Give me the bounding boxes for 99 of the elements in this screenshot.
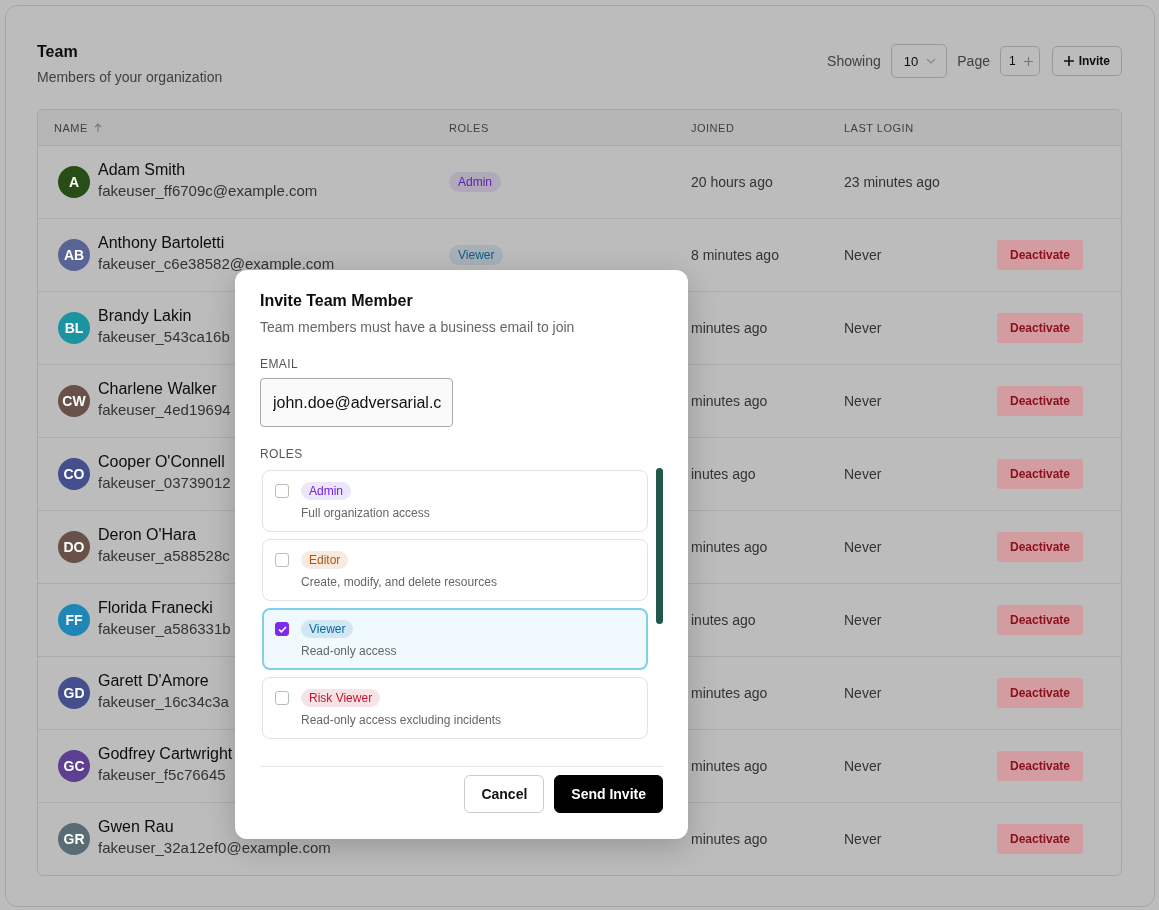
deactivate-button[interactable]: Deactivate (997, 824, 1083, 854)
joined-time: minutes ago (691, 685, 768, 701)
send-invite-button[interactable]: Send Invite (554, 775, 663, 813)
role-badge: Admin (301, 482, 351, 500)
last-login-time: Never (844, 539, 882, 555)
member-email: fakeuser_543ca16b (98, 328, 230, 345)
page-field[interactable]: 1 (999, 46, 1040, 76)
avatar: GR (58, 823, 90, 855)
role-badge: Admin (449, 172, 501, 192)
member-name: Charlene Walker (98, 380, 218, 398)
member-email: fakeuser_03739012 (98, 474, 231, 491)
last-login-time: Never (844, 758, 882, 774)
joined-time: minutes ago (691, 539, 768, 555)
role-option[interactable]: Viewer Read-only access (262, 608, 648, 670)
checkbox[interactable] (275, 622, 289, 636)
deactivate-button[interactable]: Deactivate (997, 240, 1083, 270)
avatar: AB (58, 239, 90, 271)
role-badge: Editor (301, 551, 349, 569)
member-name: Gwen Rau (98, 818, 175, 836)
last-login-time: Never (844, 393, 882, 409)
deactivate-button[interactable]: Deactivate (997, 386, 1083, 416)
checkbox[interactable] (275, 484, 289, 498)
member-email: fakeuser_16c34c3a (98, 693, 229, 710)
last-login-time: Never (844, 247, 882, 263)
member-email: fakeuser_a588528c (98, 547, 230, 564)
last-login-time: 23 minutes ago (844, 174, 940, 190)
member-email: fakeuser_c6e38582@example.com (98, 255, 335, 272)
avatar: CO (58, 458, 90, 490)
member-email: fakeuser_ff6709c@example.com (98, 182, 318, 199)
role-description: Create, modify, and delete resources (301, 575, 497, 589)
checkbox[interactable] (275, 691, 289, 705)
member-name: Adam Smith (98, 161, 187, 179)
scrollbar[interactable] (656, 468, 663, 624)
member-email: fakeuser_4ed19694 (98, 401, 231, 418)
joined-time: minutes ago (691, 758, 768, 774)
role-option[interactable]: Risk Viewer Read-only access excluding incidents (262, 677, 648, 739)
deactivate-button[interactable]: Deactivate (997, 459, 1083, 489)
role-badge: Viewer (449, 245, 504, 265)
joined-time: minutes ago (691, 393, 768, 409)
chevron-icon (926, 58, 937, 64)
page-size-select[interactable]: 10 (890, 44, 948, 78)
role-option[interactable]: Admin Full organization access (262, 470, 648, 532)
avatar: CW (58, 385, 90, 417)
member-email: fakeuser_a586331b (98, 620, 231, 637)
deactivate-button[interactable]: Deactivate (997, 532, 1083, 562)
member-name: Godfrey Cartwright (98, 745, 233, 763)
member-name: Florida Franecki (98, 599, 214, 617)
joined-time: minutes ago (691, 320, 768, 336)
joined-time: inutes ago (691, 612, 756, 628)
dialog-title: Invite Team Member (260, 292, 414, 310)
member-name: Garett D'Amore (98, 672, 210, 690)
member-name: Brandy Lakin (98, 307, 193, 325)
member-email: fakeuser_32a12ef0@example.com (98, 839, 331, 856)
role-badge: Risk Viewer (301, 689, 381, 707)
deactivate-button[interactable]: Deactivate (997, 313, 1083, 343)
joined-time: 20 hours ago (691, 174, 773, 190)
last-login-time: Never (844, 685, 882, 701)
email-field[interactable]: john.doe@adversarial.c (260, 378, 453, 427)
column-header[interactable]: ROLES (449, 121, 489, 134)
deactivate-button[interactable]: Deactivate (997, 751, 1083, 781)
avatar: GD (58, 677, 90, 709)
invite-button[interactable]: Invite (1051, 46, 1122, 76)
plus-icon (1063, 56, 1074, 66)
joined-time: inutes ago (691, 466, 756, 482)
last-login-time: Never (844, 466, 882, 482)
page-title: Team (37, 43, 79, 61)
last-login-time: Never (844, 612, 882, 628)
page-subtitle: Members of your organization (37, 69, 223, 85)
column-header[interactable]: NAME (54, 121, 88, 134)
role-description: Read-only access (301, 644, 397, 658)
email-label: EMAIL (260, 357, 299, 371)
joined-time: minutes ago (691, 831, 768, 847)
role-badge: Viewer (301, 620, 354, 638)
member-email: fakeuser_f5c76645 (98, 766, 227, 783)
column-header[interactable]: JOINED (691, 121, 735, 134)
role-description: Full organization access (301, 506, 430, 520)
last-login-time: Never (844, 320, 882, 336)
role-description: Read-only access excluding incidents (301, 713, 502, 727)
plus-icon[interactable] (1023, 56, 1033, 66)
avatar: BL (58, 312, 90, 344)
last-login-time: Never (844, 831, 882, 847)
avatar: GC (58, 750, 90, 782)
checkbox[interactable] (275, 553, 289, 567)
avatar: A (58, 166, 90, 198)
cancel-button[interactable]: Cancel (464, 775, 545, 813)
member-name: Anthony Bartoletti (98, 234, 226, 252)
page-label: Page (957, 53, 990, 69)
role-option[interactable]: Editor Create, modify, and delete resources (262, 539, 648, 601)
dialog-subtitle: Team members must have a business email to join (260, 319, 576, 335)
avatar: DO (58, 531, 90, 563)
deactivate-button[interactable]: Deactivate (997, 605, 1083, 635)
column-header[interactable]: LAST LOGIN (844, 121, 914, 134)
joined-time: 8 minutes ago (691, 247, 779, 263)
roles-label: ROLES (260, 447, 304, 461)
deactivate-button[interactable]: Deactivate (997, 678, 1083, 708)
avatar: FF (58, 604, 90, 636)
member-name: Cooper O'Connell (98, 453, 226, 471)
member-name: Deron O'Hara (98, 526, 198, 544)
showing-label: Showing (827, 53, 881, 69)
